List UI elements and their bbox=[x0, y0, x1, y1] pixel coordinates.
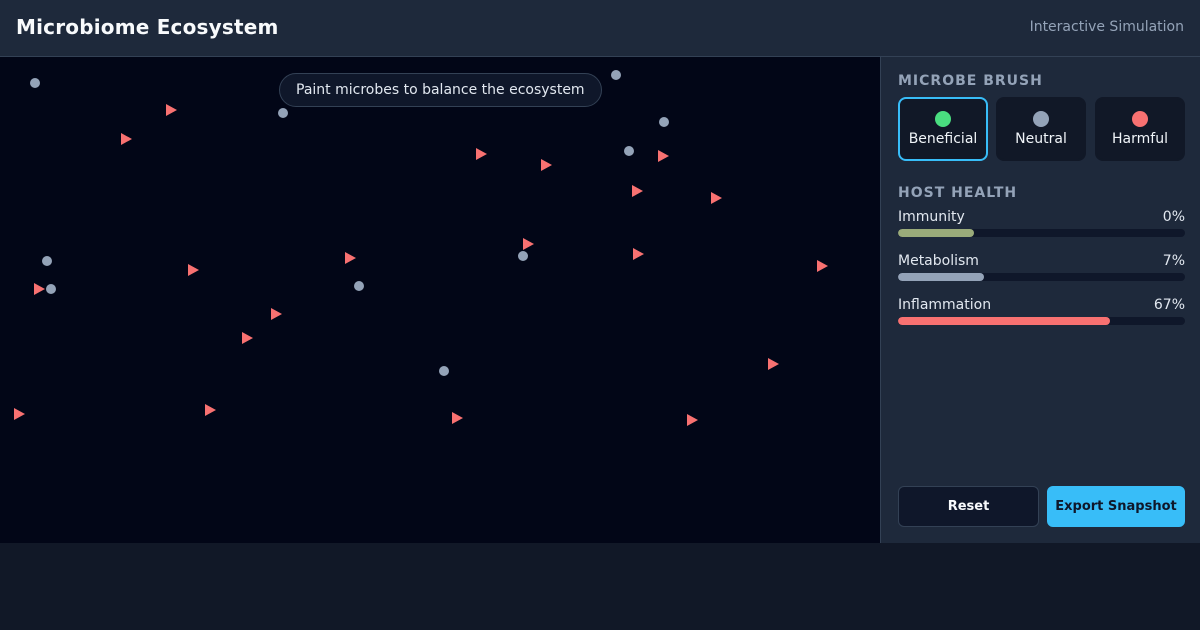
brush-harmful-label: Harmful bbox=[1112, 131, 1168, 147]
metric-inflammation-fill bbox=[898, 317, 1111, 325]
health-section-label: HOST HEALTH bbox=[898, 185, 1018, 201]
harmful-microbe bbox=[14, 408, 25, 420]
canvas-hint: Paint microbes to balance the ecosystem bbox=[279, 73, 602, 107]
neutral-microbe bbox=[30, 78, 40, 88]
neutral-microbe bbox=[278, 108, 288, 118]
harmful-microbe bbox=[817, 260, 828, 272]
app-header: Microbiome Ecosystem Interactive Simulat… bbox=[0, 0, 1200, 57]
harmful-microbe bbox=[523, 238, 534, 250]
metric-immunity-label: Immunity bbox=[898, 209, 965, 225]
export-snapshot-button[interactable]: Export Snapshot bbox=[1047, 486, 1185, 527]
harmful-dot-icon bbox=[1132, 111, 1148, 127]
neutral-microbe bbox=[439, 366, 449, 376]
harmful-microbe bbox=[541, 159, 552, 171]
brush-section-label: MICROBE BRUSH bbox=[898, 73, 1043, 89]
harmful-microbe bbox=[633, 248, 644, 260]
metric-immunity-value: 0% bbox=[1162, 209, 1185, 225]
brush-harmful-button[interactable]: Harmful bbox=[1095, 97, 1185, 161]
simulation-canvas[interactable]: Paint microbes to balance the ecosystem bbox=[0, 57, 880, 543]
app-root: Microbiome Ecosystem Interactive Simulat… bbox=[0, 0, 1200, 543]
app-subtitle: Interactive Simulation bbox=[1029, 19, 1184, 35]
harmful-microbe bbox=[271, 308, 282, 320]
harmful-microbe bbox=[632, 185, 643, 197]
metric-immunity-track bbox=[898, 229, 1185, 237]
harmful-microbe bbox=[687, 414, 698, 426]
metric-immunity: Immunity 0% bbox=[898, 209, 1185, 249]
harmful-microbe bbox=[452, 412, 463, 424]
brush-beneficial-button[interactable]: Beneficial bbox=[898, 97, 988, 161]
metric-inflammation-track bbox=[898, 317, 1185, 325]
harmful-microbe bbox=[121, 133, 132, 145]
neutral-microbe bbox=[46, 284, 56, 294]
harmful-microbe bbox=[711, 192, 722, 204]
metric-inflammation-value: 67% bbox=[1153, 297, 1185, 313]
reset-button[interactable]: Reset bbox=[898, 486, 1039, 527]
harmful-microbe bbox=[205, 404, 216, 416]
brush-neutral-button[interactable]: Neutral bbox=[996, 97, 1086, 161]
metric-metabolism-fill bbox=[898, 273, 985, 281]
harmful-microbe bbox=[34, 283, 45, 295]
control-panel: MICROBE BRUSH Beneficial Neutral Harmful… bbox=[880, 57, 1200, 543]
harmful-microbe bbox=[188, 264, 199, 276]
metric-immunity-fill bbox=[898, 229, 975, 237]
metric-metabolism-label: Metabolism bbox=[898, 253, 979, 269]
brush-beneficial-label: Beneficial bbox=[908, 131, 978, 147]
neutral-microbe bbox=[659, 117, 669, 127]
metric-inflammation-label: Inflammation bbox=[898, 297, 992, 313]
neutral-microbe bbox=[518, 251, 528, 261]
harmful-microbe bbox=[345, 252, 356, 264]
neutral-microbe bbox=[42, 256, 52, 266]
harmful-microbe bbox=[658, 150, 669, 162]
neutral-microbe bbox=[624, 146, 634, 156]
brush-neutral-label: Neutral bbox=[1015, 131, 1067, 147]
neutral-microbe bbox=[354, 281, 364, 291]
neutral-microbe bbox=[611, 70, 621, 80]
metric-metabolism-track bbox=[898, 273, 1185, 281]
metric-inflammation: Inflammation 67% bbox=[898, 297, 1185, 337]
harmful-microbe bbox=[242, 332, 253, 344]
metric-metabolism: Metabolism 7% bbox=[898, 253, 1185, 293]
harmful-microbe bbox=[768, 358, 779, 370]
beneficial-dot-icon bbox=[935, 111, 951, 127]
harmful-microbe bbox=[476, 148, 487, 160]
neutral-dot-icon bbox=[1033, 111, 1049, 127]
metric-metabolism-value: 7% bbox=[1162, 253, 1185, 269]
app-title: Microbiome Ecosystem bbox=[16, 15, 279, 39]
harmful-microbe bbox=[166, 104, 177, 116]
